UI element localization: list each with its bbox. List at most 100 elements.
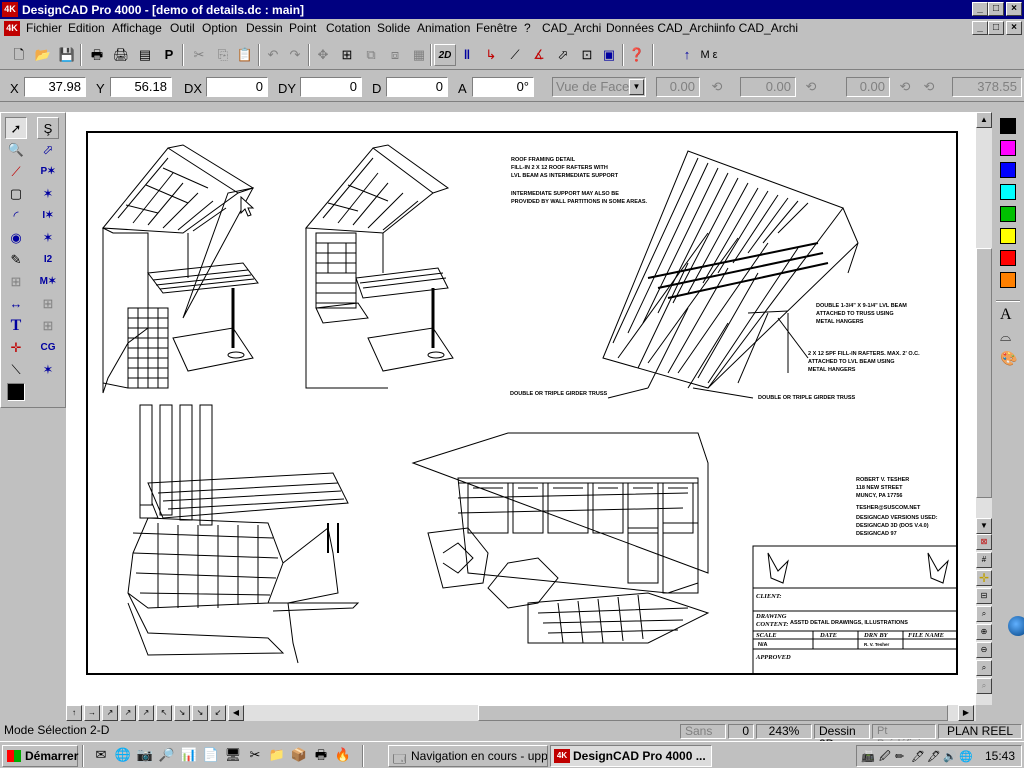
insert-icon[interactable]: ⊞ [336, 44, 358, 66]
select-point-icon[interactable]: ⬀ [37, 139, 59, 161]
group-icon[interactable]: ⧉ [360, 44, 382, 66]
color-swatch[interactable] [1000, 250, 1016, 266]
open-folder-icon[interactable]: 📂 [32, 44, 54, 66]
view-2d-button[interactable]: 2D [434, 44, 456, 66]
app-icon[interactable]: 4K [2, 2, 18, 17]
arc-icon[interactable]: ◜ [5, 205, 27, 227]
color-picker-icon[interactable]: 🎨 [1000, 350, 1017, 367]
zoom-in-icon[interactable]: ⊕ [976, 624, 992, 640]
view-field-4[interactable]: 378.55 [952, 77, 1022, 97]
dimension-icon[interactable]: ↔ [5, 293, 27, 315]
zoom-minus-icon[interactable]: ⊖ [976, 642, 992, 658]
menu-point[interactable]: Point [289, 21, 316, 35]
horizontal-scroll-thumb[interactable] [478, 705, 948, 721]
chevron-down-icon[interactable]: ▼ [629, 79, 644, 95]
scroll-left-icon[interactable]: ◀ [228, 705, 244, 721]
arrow-diag-icon[interactable]: ↗ [138, 705, 154, 721]
print-icon[interactable]: 🖶 [86, 44, 108, 66]
arrow-right-icon[interactable]: → [84, 705, 100, 721]
grid-icon[interactable]: ⊡ [576, 44, 598, 66]
tray-icon[interactable]: 🔊 [943, 747, 957, 767]
doc-close-button[interactable]: × [1006, 21, 1022, 35]
quicklaunch-icon[interactable]: 📦 [288, 744, 310, 766]
pointer-icon[interactable]: ➚ [5, 117, 27, 139]
current-color-swatch[interactable] [7, 383, 25, 401]
zoom-prev-icon[interactable]: ⌕ [976, 660, 992, 676]
dx-field[interactable]: 0 [206, 77, 268, 97]
line-style-icon[interactable]: ⟍ [5, 359, 27, 381]
quicklaunch-icon[interactable]: ✉ [90, 744, 112, 766]
view-field-2[interactable]: 0.00 [740, 77, 796, 97]
i-snap-icon[interactable]: I✶ [37, 205, 59, 227]
color-swatch[interactable] [1000, 272, 1016, 288]
quicklaunch-icon[interactable]: 📁 [266, 744, 288, 766]
rotate-icon[interactable]: ⟲ [894, 76, 916, 98]
extra-tool-button[interactable]: M ε [698, 44, 720, 66]
arrow-diag-icon[interactable]: ↘ [192, 705, 208, 721]
task-designcad-button[interactable]: 4K DesignCAD Pro 4000 ... [550, 745, 712, 767]
menu-dessin[interactable]: Dessin [246, 21, 283, 35]
line-snap-icon[interactable]: ⟋ [504, 44, 526, 66]
menu-edition[interactable]: Edition [68, 21, 105, 35]
undo-icon[interactable]: ↶ [262, 44, 284, 66]
m-snap-icon[interactable]: M✶ [37, 271, 59, 293]
horizontal-scrollbar[interactable]: ↑ → ↗ ↗ ↗ ↖ ↘ ↘ ↙ ◀ ▶ [66, 705, 976, 721]
d-field[interactable]: 0 [386, 77, 448, 97]
polyline-icon[interactable]: ⟋ [5, 161, 27, 183]
p-snap-icon[interactable]: P✶ [37, 161, 59, 183]
view-field-1[interactable]: 0.00 [656, 77, 700, 97]
quicklaunch-icon[interactable]: 🔥 [332, 744, 354, 766]
zoom-out-icon[interactable]: ⊟ [976, 588, 992, 604]
edit-icon[interactable]: ✎ [5, 249, 27, 271]
color-swatch[interactable] [1000, 140, 1016, 156]
x-field[interactable]: 37.98 [24, 77, 86, 97]
redo-icon[interactable]: ↷ [284, 44, 306, 66]
copy-icon[interactable]: ⎘ [212, 44, 234, 66]
color-swatch[interactable] [1000, 228, 1016, 244]
color-swatch[interactable] [1000, 118, 1016, 134]
task-navigation-button[interactable]: 🗔 Navigation en cours - upp... [388, 745, 548, 767]
view-select[interactable]: Vue de Face ▼ [552, 77, 646, 97]
arrow-up-icon[interactable]: ↑ [66, 705, 82, 721]
window-icon[interactable]: ▣ [598, 44, 620, 66]
quicklaunch-icon[interactable]: 📄 [200, 744, 222, 766]
rotate-icon[interactable]: ⟲ [706, 76, 728, 98]
minimize-button[interactable]: _ [972, 2, 988, 16]
block-icon[interactable]: ▦ [408, 44, 430, 66]
array-icon[interactable]: ⊞ [5, 271, 27, 293]
arrow-diag-icon[interactable]: ↗ [120, 705, 136, 721]
menu-info-cad-archi[interactable]: info CAD_Archi [716, 21, 798, 35]
font-icon[interactable]: A [1000, 306, 1012, 324]
save-icon[interactable]: 💾 [56, 44, 78, 66]
rotate-icon[interactable]: ⟲ [800, 76, 822, 98]
quicklaunch-icon[interactable]: 🌐 [112, 744, 134, 766]
text-icon[interactable]: T [5, 315, 27, 337]
scroll-right-icon[interactable]: ▶ [958, 705, 974, 721]
scroll-down-icon[interactable]: ▼ [976, 518, 992, 534]
y-field[interactable]: 56.18 [110, 77, 172, 97]
doc-restore-button[interactable]: □ [988, 21, 1004, 35]
angle-icon[interactable]: ∡ [528, 44, 550, 66]
new-file-icon[interactable]: 🗋 [8, 44, 30, 66]
spark-icon[interactable]: ✶ [37, 359, 59, 381]
context-help-icon[interactable]: ❓ [626, 44, 648, 66]
zoom-icon[interactable]: 🔍 [5, 139, 27, 161]
color-swatch[interactable] [1000, 184, 1016, 200]
print-preview-icon[interactable]: 🖨 [110, 44, 132, 66]
snap-mode-icon[interactable]: Ş [37, 117, 59, 139]
tray-icon[interactable]: ✏ [895, 747, 904, 767]
quicklaunch-icon[interactable]: 📊 [178, 744, 200, 766]
arrow-diag-icon[interactable]: ↖ [156, 705, 172, 721]
menu-animation[interactable]: Animation [417, 21, 470, 35]
circle-icon[interactable]: ◉ [5, 227, 27, 249]
vertical-scroll-thumb[interactable] [976, 248, 992, 498]
menu-option[interactable]: Option [202, 21, 237, 35]
menu-affichage[interactable]: Affichage [112, 21, 162, 35]
zoom-all-icon[interactable]: ⌕ [976, 678, 992, 694]
doc-minimize-button[interactable]: _ [972, 21, 988, 35]
tray-icon[interactable]: 🖋 [927, 747, 941, 767]
zoom-window-icon[interactable]: ⊠ [976, 534, 992, 550]
dy-field[interactable]: 0 [300, 77, 362, 97]
plot-icon[interactable]: P [158, 44, 180, 66]
menu-donnees-cad-archi[interactable]: Données CAD_Archi [606, 21, 717, 35]
